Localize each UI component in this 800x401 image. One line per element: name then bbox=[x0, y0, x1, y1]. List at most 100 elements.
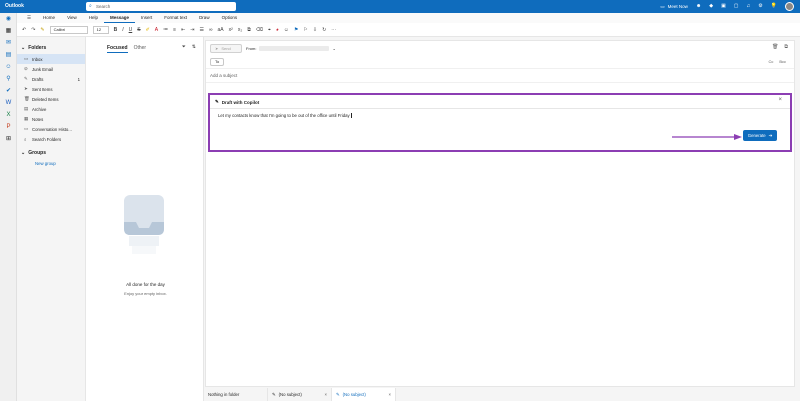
people-icon[interactable]: ☺ bbox=[0, 61, 17, 73]
search-box[interactable]: ⌕ Search bbox=[86, 2, 236, 11]
send-button[interactable]: ➤ Send bbox=[210, 43, 242, 53]
flag-icon[interactable]: ⚐ bbox=[303, 27, 307, 33]
subject-input[interactable]: Add a subject bbox=[206, 69, 794, 83]
font-size-select[interactable]: 12 bbox=[92, 25, 109, 34]
redo-icon[interactable]: ↷ bbox=[31, 27, 35, 33]
styles-icon[interactable]: ⧉ bbox=[247, 27, 251, 33]
color-palette-icon[interactable]: ◕ bbox=[276, 27, 279, 33]
superscript-icon[interactable]: x² bbox=[229, 27, 233, 33]
calendar-icon[interactable]: ▤ bbox=[0, 49, 17, 61]
tab-draft-no-subject-active[interactable]: ✎ (No subject) × bbox=[332, 388, 396, 401]
popout-icon[interactable]: ⧉ bbox=[784, 44, 788, 50]
emoji-icon[interactable]: ☺ bbox=[284, 27, 289, 33]
bcc-button[interactable]: Bcc bbox=[779, 59, 786, 64]
underline-icon[interactable]: U bbox=[129, 27, 133, 33]
people-icon[interactable]: ☻ bbox=[696, 2, 701, 11]
clear-format-icon[interactable]: ⌫ bbox=[256, 27, 263, 33]
folder-label: Sent Items bbox=[32, 86, 53, 92]
app-title: Outlook bbox=[5, 3, 24, 9]
font-name-select[interactable]: Calibri bbox=[49, 25, 88, 34]
bold-icon[interactable]: B bbox=[114, 27, 118, 33]
tab-options[interactable]: Options bbox=[216, 13, 244, 23]
hamburger-icon[interactable]: ☰ bbox=[21, 13, 37, 23]
cc-button[interactable]: Cc bbox=[768, 59, 773, 64]
folder-item-notes[interactable]: ▦ Notes bbox=[17, 114, 85, 124]
tab-nothing-in-folder[interactable]: Nothing in folder bbox=[204, 388, 268, 401]
generate-button[interactable]: Generate ➔ bbox=[743, 130, 777, 141]
excel-icon[interactable]: ▣ bbox=[721, 2, 726, 11]
folders-heading[interactable]: ⌄ Folders bbox=[17, 42, 85, 54]
copilot-pen-icon: ✎ bbox=[215, 99, 219, 104]
bell-icon[interactable]: ♫ bbox=[747, 2, 751, 11]
undo-icon[interactable]: ↶ bbox=[22, 27, 26, 33]
powerpoint-icon[interactable]: P bbox=[0, 121, 17, 133]
tab-help[interactable]: Help bbox=[83, 13, 104, 23]
copilot-prompt-input[interactable]: Let my contacts know that I'm going to b… bbox=[218, 113, 351, 118]
tag-icon[interactable]: ⌖ bbox=[268, 27, 271, 33]
tab-draw[interactable]: Draw bbox=[193, 13, 216, 23]
folder-item-sent-items[interactable]: ➤ Sent Items bbox=[17, 84, 85, 94]
gear-icon[interactable]: ⚙ bbox=[758, 2, 762, 11]
font-color-icon[interactable]: A bbox=[155, 27, 158, 33]
folder-item-junk-email[interactable]: ⊘ Junk Email bbox=[17, 64, 85, 74]
excel-icon[interactable]: X bbox=[0, 109, 17, 121]
folder-item-drafts[interactable]: ✎ Drafts 1 bbox=[17, 74, 85, 84]
tab-other[interactable]: Other bbox=[134, 45, 147, 53]
text-effects-icon[interactable]: aA bbox=[218, 27, 224, 33]
tab-view[interactable]: View bbox=[61, 13, 83, 23]
close-icon[interactable]: × bbox=[388, 392, 391, 397]
tab-message[interactable]: Message bbox=[104, 13, 136, 23]
apps-icon[interactable]: ▦ bbox=[0, 25, 17, 37]
tab-home[interactable]: Home bbox=[37, 13, 61, 23]
from-field[interactable]: From: ⌄ bbox=[246, 45, 336, 51]
meet-now-button[interactable]: ▭ Meet Now bbox=[660, 4, 688, 10]
more-apps-icon[interactable]: ⊞ bbox=[0, 133, 17, 145]
todo-icon[interactable]: ✔ bbox=[0, 85, 17, 97]
tab-draft-no-subject[interactable]: ✎ (No subject) × bbox=[268, 388, 332, 401]
folders-heading-label: Folders bbox=[28, 45, 47, 51]
lightbulb-icon[interactable]: 💡 bbox=[771, 2, 777, 11]
filter-icon[interactable]: ⏷ bbox=[182, 44, 186, 50]
pin-icon[interactable]: ⚑ bbox=[294, 27, 298, 33]
align-icon[interactable]: ☰ bbox=[199, 27, 203, 33]
numbering-icon[interactable]: ≡ bbox=[173, 27, 176, 33]
bullets-icon[interactable]: ≔ bbox=[163, 27, 168, 33]
increase-indent-icon[interactable]: ⇥ bbox=[190, 27, 194, 33]
close-icon[interactable]: × bbox=[778, 97, 782, 103]
format-painter-icon[interactable]: ✎ bbox=[40, 27, 44, 33]
strikethrough-icon[interactable]: S bbox=[137, 27, 140, 33]
folder-item-inbox[interactable]: ▭ Inbox bbox=[17, 54, 85, 64]
tab-label: (No subject) bbox=[278, 392, 302, 397]
menu-bar: ☰ Home View Help Message Insert Format t… bbox=[17, 13, 800, 23]
link-icon[interactable]: ∞ bbox=[209, 27, 213, 33]
calendar-icon[interactable]: ▢ bbox=[734, 2, 739, 11]
diamond-icon[interactable]: ◆ bbox=[709, 2, 713, 11]
new-group-link[interactable]: New group bbox=[17, 159, 85, 169]
folder-item-search-folders[interactable]: ⌕ Search Folders bbox=[17, 134, 85, 144]
trash-icon: 🗑 bbox=[24, 96, 30, 101]
attach-icon[interactable]: ⚲ bbox=[0, 73, 17, 85]
more-options-icon[interactable]: ⋯ bbox=[331, 27, 336, 33]
highlight-icon[interactable]: ✐ bbox=[146, 27, 150, 33]
mail-icon[interactable]: ✉ bbox=[0, 37, 17, 49]
folder-item-conversation-history[interactable]: ▭ Conversation Histo... bbox=[17, 124, 85, 134]
folder-item-archive[interactable]: ▤ Archive bbox=[17, 104, 85, 114]
subscript-icon[interactable]: x₂ bbox=[238, 27, 242, 33]
tab-focused[interactable]: Focused bbox=[107, 45, 128, 53]
groups-heading[interactable]: ⌄ Groups bbox=[17, 147, 85, 159]
decrease-indent-icon[interactable]: ⇤ bbox=[181, 27, 185, 33]
word-icon[interactable]: W bbox=[0, 97, 17, 109]
tab-insert[interactable]: Insert bbox=[135, 13, 158, 23]
trash-icon[interactable]: 🗑 bbox=[772, 44, 778, 50]
italic-icon[interactable]: I bbox=[122, 27, 123, 33]
download-icon[interactable]: ⇩ bbox=[313, 27, 317, 33]
loop-icon[interactable]: ↻ bbox=[322, 27, 326, 33]
close-icon[interactable]: × bbox=[324, 392, 327, 397]
tab-format-text[interactable]: Format text bbox=[158, 13, 193, 23]
copilot-icon[interactable]: ◉ bbox=[0, 13, 17, 25]
folder-item-deleted-items[interactable]: 🗑 Deleted Items bbox=[17, 94, 85, 104]
sort-icon[interactable]: ⇅ bbox=[192, 44, 196, 50]
to-button[interactable]: To bbox=[210, 57, 225, 66]
compose-toolbar: ➤ Send From: ⌄ bbox=[206, 41, 794, 55]
avatar[interactable] bbox=[785, 2, 794, 11]
